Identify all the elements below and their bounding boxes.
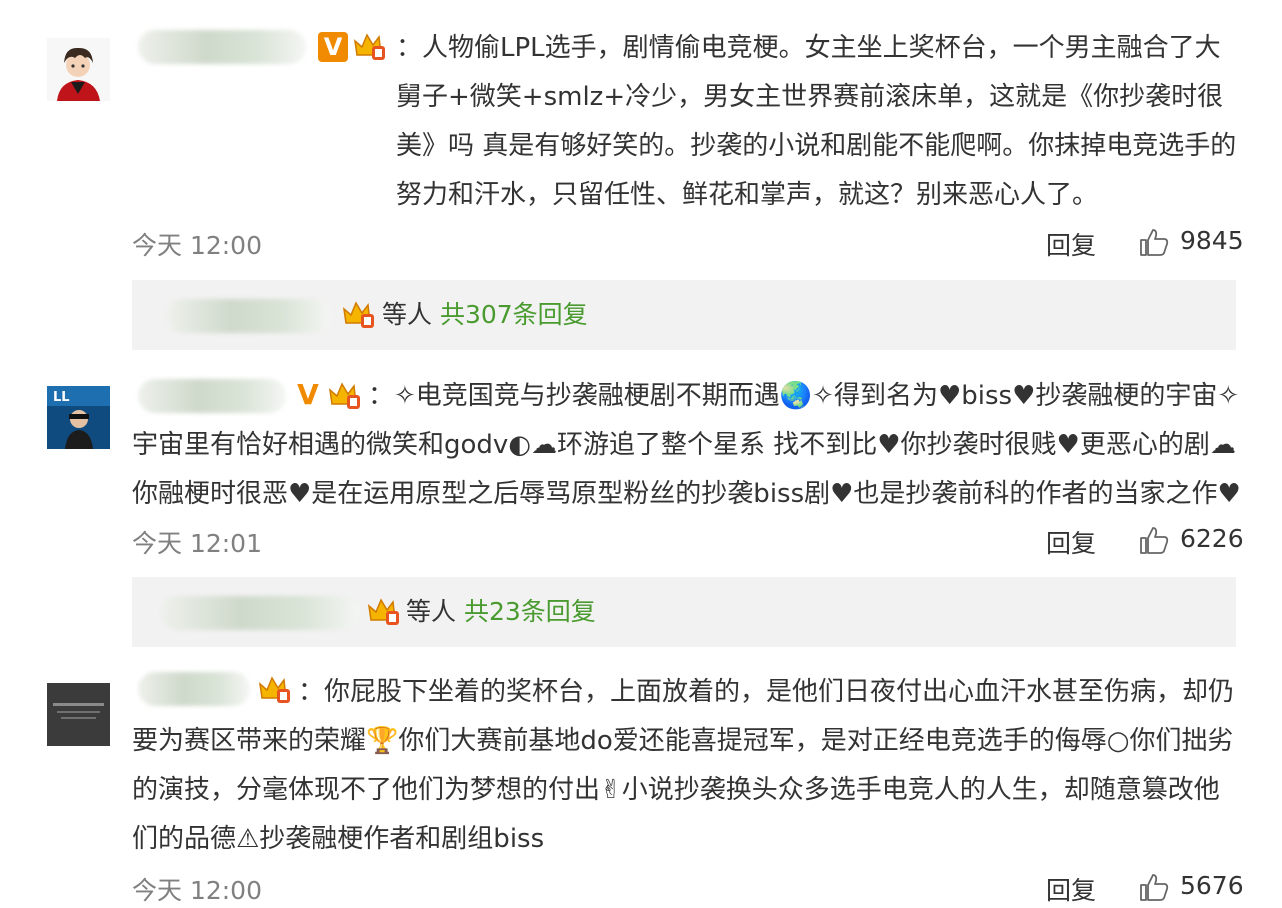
svg-text:LL: LL — [53, 390, 70, 405]
view-replies-link[interactable]: 共23条回复 — [464, 597, 596, 626]
verified-v-icon: V — [318, 32, 348, 62]
like-count: 9845 — [1180, 226, 1244, 255]
avatar[interactable]: LL — [47, 386, 110, 449]
blurred-username[interactable] — [138, 30, 306, 64]
reply-summary-who: 等人 — [406, 597, 457, 626]
like-count: 5676 — [1180, 871, 1244, 900]
reply-summary-text: 等人 共307条回复 — [382, 299, 588, 331]
thumbs-up-icon[interactable] — [1138, 871, 1170, 903]
comment-time: 今天 12:00 — [132, 876, 262, 905]
avatar[interactable] — [47, 683, 110, 746]
comment-text: ：你屁股下坐着的奖杯台，上面放着的，是他们日夜付出心血汗水甚至伤病，却仍要为赛区… — [132, 677, 1235, 854]
blurred-username — [160, 596, 360, 630]
reply-summary[interactable]: 等人 共307条回复 — [132, 280, 1236, 350]
comment-text: ：人物偷LPL选手，剧情偷电竞梗。女主坐上奖杯台，一个男主融合了大舅子+微笑+s… — [396, 33, 1237, 210]
reply-summary[interactable]: 等人 共23条回复 — [132, 577, 1236, 647]
crown-badge-icon — [342, 301, 374, 328]
comment-list: V ：人物偷LPL选手，剧情偷电竞梗。女主坐上奖杯台，一个男主融合了大舅子+微笑… — [0, 0, 1282, 908]
reply-summary-who: 等人 — [382, 300, 433, 329]
reply-summary-text: 等人 共23条回复 — [406, 596, 596, 628]
view-replies-link[interactable]: 共307条回复 — [440, 300, 588, 329]
blurred-username — [166, 299, 331, 333]
crown-badge-icon — [367, 598, 399, 625]
avatar[interactable] — [47, 38, 110, 101]
like-count: 6226 — [1180, 524, 1244, 553]
comment-time: 今天 12:00 — [132, 231, 262, 260]
comment-time: 今天 12:01 — [132, 529, 262, 558]
thumbs-up-icon[interactable] — [1138, 226, 1170, 258]
comment-text: ：✧电竞国竞与抄袭融梗剧不期而遇🌏✧得到名为♥biss♥抄袭融梗的宇宙✧宇宙里有… — [132, 381, 1241, 509]
reply-button[interactable]: 回复 — [1046, 524, 1096, 560]
reply-button[interactable]: 回复 — [1046, 871, 1096, 907]
crown-badge-icon — [353, 33, 385, 60]
reply-button[interactable]: 回复 — [1046, 226, 1096, 262]
thumbs-up-icon[interactable] — [1138, 524, 1170, 556]
